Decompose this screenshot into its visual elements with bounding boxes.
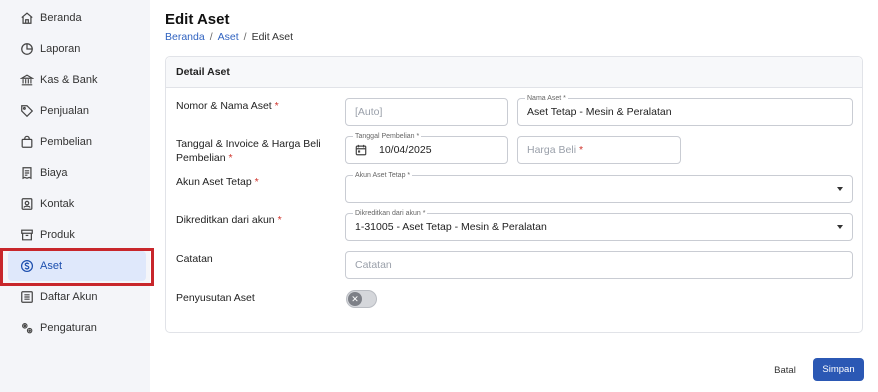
sidebar-item-kas-bank[interactable]: Kas & Bank (8, 65, 146, 95)
breadcrumb-beranda[interactable]: Beranda (165, 31, 205, 43)
card-title: Detail Aset (166, 57, 862, 88)
account-list-icon (20, 290, 34, 304)
home-icon (20, 11, 34, 25)
nomor-aset-input[interactable]: [Auto] (345, 98, 508, 126)
breadcrumb: Beranda / Aset / Edit Aset (165, 31, 293, 43)
nama-aset-input[interactable]: Nama Aset * Aset Tetap - Mesin & Peralat… (517, 94, 853, 126)
label-text: Dikreditkan dari akun (176, 214, 275, 226)
required-mark: * (274, 100, 279, 112)
catatan-placeholder: Catatan (355, 259, 392, 271)
app-root: Beranda Laporan Kas & Bank Penjualan Pem… (0, 0, 878, 392)
close-icon: ✕ (348, 292, 362, 306)
nama-aset-value: Aset Tetap - Mesin & Peralatan (527, 106, 672, 118)
sidebar-item-pengaturan[interactable]: Pengaturan (8, 313, 146, 343)
receipt-icon (20, 166, 34, 180)
catatan-input[interactable]: Catatan (345, 251, 853, 279)
label-text: Catatan (176, 253, 213, 265)
shopping-bag-icon (20, 135, 34, 149)
label-text: Penyusutan Aset (176, 292, 255, 304)
bank-icon (20, 73, 34, 87)
sidebar-item-daftar-akun[interactable]: Daftar Akun (8, 282, 146, 312)
sidebar-item-penjualan[interactable]: Penjualan (8, 96, 146, 126)
dikreditkan-label: Dikreditkan dari akun * (176, 213, 282, 227)
label-text: Akun Aset Tetap (176, 176, 252, 188)
catatan-label: Catatan (176, 252, 213, 266)
breadcrumb-separator: / (243, 31, 247, 43)
breadcrumb-aset[interactable]: Aset (218, 31, 239, 43)
sidebar-item-label: Kontak (40, 198, 75, 210)
sidebar-item-laporan[interactable]: Laporan (8, 34, 146, 64)
required-mark: * (579, 144, 584, 156)
chevron-down-icon (837, 225, 843, 229)
breadcrumb-current: Edit Aset (251, 31, 294, 43)
dikreditkan-select[interactable]: Dikreditkan dari akun * 1-31005 - Aset T… (345, 209, 853, 241)
pie-chart-icon (20, 42, 34, 56)
penyusutan-label: Penyusutan Aset (176, 291, 255, 305)
harga-beli-placeholder: Harga Beli (527, 144, 577, 156)
dikreditkan-value: 1-31005 - Aset Tetap - Mesin & Peralatan (355, 221, 547, 233)
chevron-down-icon (837, 187, 843, 191)
nomor-nama-label: Nomor & Nama Aset * (176, 99, 279, 113)
label-text: Nomor & Nama Aset (176, 100, 272, 112)
harga-beli-input[interactable]: Harga Beli * (517, 136, 681, 164)
required-mark: * (254, 176, 259, 188)
label-text: Tanggal & Invoice & Harga Beli (176, 138, 321, 150)
sidebar-item-label: Biaya (40, 167, 68, 179)
tanggal-pembelian-input[interactable]: Tanggal Pembelian * 10/04/2025 (345, 132, 508, 164)
sidebar-item-pembelian[interactable]: Pembelian (8, 127, 146, 157)
settings-icon (20, 321, 34, 335)
sidebar-item-label: Daftar Akun (40, 291, 98, 303)
sidebar-item-kontak[interactable]: Kontak (8, 189, 146, 219)
nama-aset-float-label: Nama Aset * (525, 94, 568, 103)
sidebar-item-label: Laporan (40, 43, 81, 55)
save-button[interactable]: Simpan (813, 358, 864, 381)
required-mark: * (228, 152, 233, 164)
sidebar: Beranda Laporan Kas & Bank Penjualan Pem… (0, 0, 150, 392)
akun-aset-float-label: Akun Aset Tetap * (353, 171, 413, 180)
cancel-button[interactable]: Batal (768, 360, 802, 380)
contact-card-icon (20, 197, 34, 211)
tanggal-float-label: Tanggal Pembelian * (353, 132, 422, 141)
box-icon (20, 228, 34, 242)
tag-icon (20, 104, 34, 118)
sidebar-item-beranda[interactable]: Beranda (8, 3, 146, 33)
label-text: Pembelian (176, 152, 226, 164)
calendar-icon[interactable] (355, 144, 367, 156)
sidebar-item-label: Produk (40, 229, 75, 241)
tanggal-label: Tanggal & Invoice & Harga Beli Pembelian… (176, 137, 321, 165)
sidebar-item-biaya[interactable]: Biaya (8, 158, 146, 188)
breadcrumb-separator: / (209, 31, 213, 43)
akun-aset-label: Akun Aset Tetap * (176, 175, 259, 189)
penyusutan-toggle[interactable]: ✕ (346, 290, 377, 308)
akun-aset-tetap-select[interactable]: Akun Aset Tetap * (345, 171, 853, 203)
required-mark: * (277, 214, 282, 226)
sidebar-item-produk[interactable]: Produk (8, 220, 146, 250)
tanggal-value: 10/04/2025 (379, 144, 432, 156)
nomor-aset-placeholder: [Auto] (355, 106, 383, 118)
active-item-highlight (0, 248, 154, 286)
sidebar-item-label: Beranda (40, 12, 82, 24)
sidebar-item-label: Kas & Bank (40, 74, 98, 86)
page-title: Edit Aset (165, 11, 230, 28)
dikreditkan-float-label: Dikreditkan dari akun * (353, 209, 428, 218)
sidebar-item-label: Pengaturan (40, 322, 97, 334)
sidebar-item-label: Pembelian (40, 136, 92, 148)
sidebar-item-label: Penjualan (40, 105, 89, 117)
